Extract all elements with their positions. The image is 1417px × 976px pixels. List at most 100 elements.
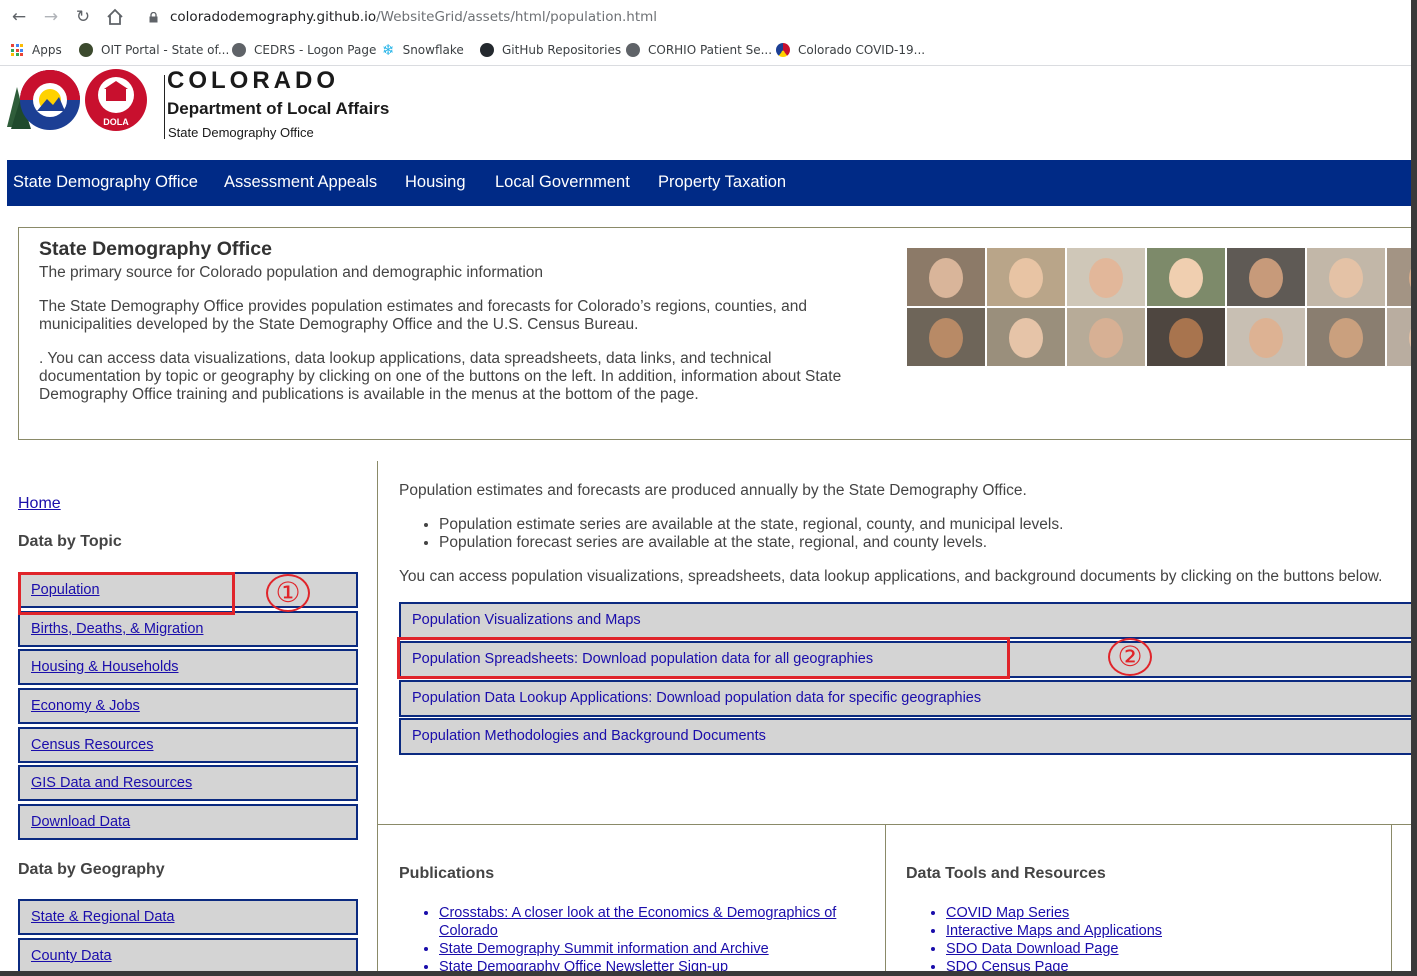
topic-label[interactable]: Economy & Jobs: [31, 698, 140, 714]
hero-title: State Demography Office: [39, 238, 272, 260]
list-item: Population estimate series are available…: [439, 516, 1063, 534]
list-item: SDO Data Download Page: [946, 940, 1376, 958]
button-label[interactable]: Population Visualizations and Maps: [412, 612, 641, 628]
data-by-geography-heading: Data by Geography: [18, 861, 165, 878]
nav-local-government[interactable]: Local Government: [495, 173, 630, 192]
population-bullets: Population estimate series are available…: [419, 516, 1063, 552]
nav-assessment-appeals[interactable]: Assessment Appeals: [224, 173, 377, 192]
geo-state-regional-button[interactable]: State & Regional Data: [18, 899, 358, 935]
hero-photo-panel: [887, 227, 1417, 440]
geo-label[interactable]: State & Regional Data: [31, 909, 174, 925]
data-tools-list: COVID Map Series Interactive Maps and Ap…: [926, 904, 1376, 976]
photo: [907, 308, 985, 366]
topic-label[interactable]: Download Data: [31, 814, 130, 830]
office-subtitle: State Demography Office: [168, 125, 314, 140]
button-label[interactable]: Population Methodologies and Background …: [412, 728, 766, 744]
annotation-marker-2: ②: [1108, 638, 1152, 676]
photo: [1147, 248, 1225, 306]
publications-list: Crosstabs: A closer look at the Economic…: [419, 904, 859, 976]
hero-subtitle: The primary source for Colorado populati…: [39, 264, 544, 281]
bookmark-github[interactable]: GitHub Repositories: [480, 41, 621, 59]
apps-grid-icon: [11, 44, 23, 56]
bookmark-snowflake[interactable]: ❄ Snowflake: [382, 41, 464, 59]
hero-panel: State Demography Office The primary sour…: [18, 227, 888, 440]
topic-births-deaths-migration-button[interactable]: Births, Deaths, & Migration: [18, 611, 358, 647]
list-item: COVID Map Series: [946, 904, 1376, 922]
colorado-logo-icon: [7, 69, 147, 131]
reload-icon[interactable]: ↻: [72, 6, 94, 28]
tool-link[interactable]: SDO Data Download Page: [946, 941, 1119, 957]
population-methodologies-button[interactable]: Population Methodologies and Background …: [399, 718, 1417, 755]
data-by-topic-heading: Data by Topic: [18, 533, 122, 550]
tool-link[interactable]: Interactive Maps and Applications: [946, 923, 1162, 939]
topic-label[interactable]: GIS Data and Resources: [31, 775, 192, 791]
bookmark-cedrs[interactable]: CEDRS - Logon Page: [232, 41, 376, 59]
photo: [1067, 248, 1145, 306]
topic-label[interactable]: Housing & Households: [31, 659, 179, 675]
home-icon[interactable]: [104, 6, 126, 28]
home-link[interactable]: Home: [18, 495, 61, 513]
bookmark-apps[interactable]: Apps: [11, 41, 62, 59]
colorado-wordmark: COLORADO: [167, 67, 339, 94]
population-visualizations-button[interactable]: Population Visualizations and Maps: [399, 602, 1417, 639]
site-header: DOLA COLORADO Department of Local Affair…: [7, 67, 1412, 160]
bookmark-oit-portal[interactable]: OIT Portal - State of...: [79, 41, 229, 59]
publications-title: Publications: [399, 865, 495, 882]
photo: [1227, 308, 1305, 366]
topic-label[interactable]: Census Resources: [31, 737, 154, 753]
data-tools-title: Data Tools and Resources: [906, 865, 1106, 882]
bottom-column-divider: [1391, 824, 1392, 976]
window-frame-edge: [1411, 0, 1417, 976]
nav-property-taxation[interactable]: Property Taxation: [658, 173, 786, 192]
nav-housing[interactable]: Housing: [405, 173, 466, 192]
people-photo-collage: [907, 248, 1417, 367]
github-icon: [480, 43, 494, 57]
photo: [1227, 248, 1305, 306]
globe-icon: [232, 43, 246, 57]
annotation-marker-1: ①: [266, 574, 310, 612]
main-nav: State Demography Office Assessment Appea…: [7, 160, 1412, 206]
publication-link[interactable]: State Demography Summit information and …: [439, 941, 769, 957]
lock-icon: [149, 12, 158, 23]
hero-paragraph-1: The State Demography Office provides pop…: [39, 298, 807, 333]
topic-gis-data-button[interactable]: GIS Data and Resources: [18, 765, 358, 801]
address-bar[interactable]: coloradodemography.github.io/WebsiteGrid…: [137, 5, 1407, 30]
topic-census-resources-button[interactable]: Census Resources: [18, 727, 358, 763]
oit-favicon-icon: [79, 43, 93, 57]
photo: [987, 308, 1065, 366]
globe-icon: [626, 43, 640, 57]
population-note: You can access population visualizations…: [399, 568, 1383, 585]
button-label[interactable]: Population Data Lookup Applications: Dow…: [412, 690, 981, 706]
url-text: coloradodemography.github.io/WebsiteGrid…: [170, 9, 658, 25]
forward-arrow-icon[interactable]: →: [40, 6, 62, 28]
bookmark-corhio[interactable]: CORHIO Patient Se...: [626, 41, 772, 59]
annotation-box-spreadsheets: [397, 637, 1010, 679]
hero-paragraph-2: . You can access data visualizations, da…: [39, 350, 842, 403]
geo-county-button[interactable]: County Data: [18, 938, 358, 974]
colorado-dola-logo[interactable]: DOLA: [7, 67, 157, 160]
photo: [907, 248, 985, 306]
window-frame-edge: [0, 971, 1417, 976]
photo: [1147, 308, 1225, 366]
topic-housing-households-button[interactable]: Housing & Households: [18, 649, 358, 685]
photo: [1307, 308, 1385, 366]
bookmarks-bar: Apps OIT Portal - State of... CEDRS - Lo…: [0, 35, 1417, 66]
topic-download-data-button[interactable]: Download Data: [18, 804, 358, 840]
photo: [987, 248, 1065, 306]
list-item: Crosstabs: A closer look at the Economic…: [439, 904, 859, 940]
list-item: State Demography Summit information and …: [439, 940, 859, 958]
back-arrow-icon[interactable]: ←: [8, 6, 30, 28]
bookmark-covid[interactable]: Colorado COVID-19...: [776, 41, 925, 59]
photo: [1307, 248, 1385, 306]
nav-state-demography-office[interactable]: State Demography Office: [13, 173, 198, 192]
population-lookup-apps-button[interactable]: Population Data Lookup Applications: Dow…: [399, 680, 1417, 717]
topic-label[interactable]: Births, Deaths, & Migration: [31, 621, 203, 637]
topic-economy-jobs-button[interactable]: Economy & Jobs: [18, 688, 358, 724]
tool-link[interactable]: COVID Map Series: [946, 905, 1069, 921]
left-sidebar: Home Data by Topic Population Births, De…: [7, 461, 378, 976]
list-item: Interactive Maps and Applications: [946, 922, 1376, 940]
dola-badge: DOLA: [103, 117, 129, 127]
photo: [1067, 308, 1145, 366]
geo-label[interactable]: County Data: [31, 948, 112, 964]
publication-link[interactable]: Crosstabs: A closer look at the Economic…: [439, 905, 836, 939]
